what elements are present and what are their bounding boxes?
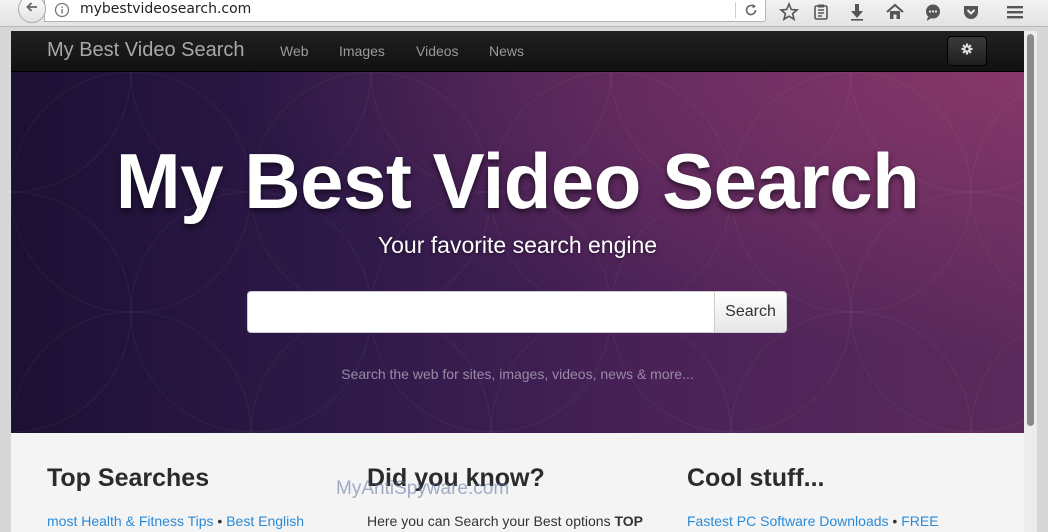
did-you-know-text: Here you can Search your Best options TO…	[367, 513, 643, 529]
home-icon[interactable]	[884, 1, 906, 28]
top-search-link[interactable]: most Health & Fitness Tips	[47, 513, 214, 529]
cool-stuff-link[interactable]: Fastest PC Software Downloads	[687, 513, 889, 529]
link-separator: •	[888, 513, 902, 529]
url-bar[interactable]: mybestvideosearch.com	[44, 0, 766, 22]
browser-toolbar: mybestvideosearch.com	[0, 0, 1048, 27]
nav-link-web[interactable]: Web	[280, 43, 309, 59]
search-button[interactable]: Search	[714, 291, 787, 333]
site-navbar: My Best Video Search Web Images Videos N…	[11, 31, 1024, 72]
scrollbar-thumb[interactable]	[1027, 34, 1034, 426]
watermark-text: MyAntiSpyware.com	[336, 478, 510, 499]
back-arrow-icon	[25, 0, 39, 19]
info-icon[interactable]	[54, 2, 70, 23]
pocket-icon[interactable]	[960, 1, 982, 28]
hero-section: My Best Video Search Your favorite searc…	[11, 72, 1024, 433]
search-hint: Search the web for sites, images, videos…	[341, 366, 694, 382]
chat-icon[interactable]	[922, 1, 944, 28]
top-searches-heading: Top Searches	[47, 464, 210, 492]
back-button[interactable]	[18, 0, 46, 23]
nav-link-videos[interactable]: Videos	[416, 43, 459, 59]
cool-stuff-link[interactable]: FREE	[901, 513, 938, 529]
brand-link[interactable]: My Best Video Search	[47, 39, 245, 62]
menu-icon[interactable]	[1004, 1, 1026, 28]
info-section: Top Searches most Health & Fitness Tips …	[11, 433, 1024, 532]
did-you-know-body: Here you can Search your Best options	[367, 513, 615, 529]
url-divider	[735, 2, 736, 18]
nav-link-images[interactable]: Images	[339, 43, 385, 59]
vertical-scrollbar[interactable]	[1024, 31, 1037, 532]
gear-icon	[961, 42, 973, 60]
cool-stuff-links: Fastest PC Software Downloads • FREE	[687, 513, 939, 529]
cool-stuff-heading: Cool stuff...	[687, 464, 825, 492]
hero-subtitle: Your favorite search engine	[377, 232, 658, 258]
reading-list-icon[interactable]	[810, 1, 832, 28]
download-icon[interactable]	[846, 1, 868, 28]
search-input[interactable]	[247, 291, 715, 333]
link-separator: •	[213, 513, 227, 529]
settings-button[interactable]	[947, 36, 987, 66]
url-text[interactable]: mybestvideosearch.com	[80, 1, 251, 17]
nav-link-news[interactable]: News	[489, 43, 524, 59]
top-search-link[interactable]: Best English	[226, 513, 304, 529]
reload-icon[interactable]	[743, 2, 759, 23]
top-searches-links: most Health & Fitness Tips • Best Englis…	[47, 513, 304, 529]
page-viewport: My Best Video Search Web Images Videos N…	[11, 31, 1024, 532]
hero-title: My Best Video Search	[115, 137, 920, 225]
did-you-know-bold: TOP	[614, 513, 643, 529]
bookmark-star-icon[interactable]	[778, 1, 800, 28]
